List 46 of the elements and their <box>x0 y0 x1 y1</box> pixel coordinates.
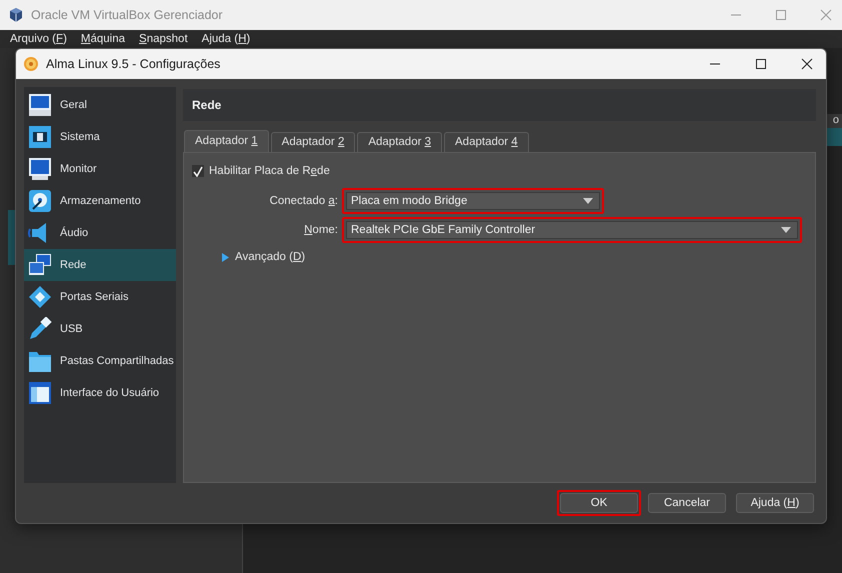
expander-label[interactable]: Avançado (D) <box>235 251 306 263</box>
dialog-button[interactable]: OK <box>560 493 638 513</box>
dialog-button[interactable]: Ajuda (H) <box>736 493 814 513</box>
sidebar-item[interactable]: Portas Seriais <box>24 281 176 313</box>
sidebar-item[interactable]: USB <box>24 313 176 345</box>
menu-item[interactable]: Ajuda (H) <box>202 33 250 45</box>
tab[interactable]: Adaptador 3 <box>357 132 442 152</box>
sidebar-item[interactable]: Armazenamento <box>24 185 176 217</box>
menu-item[interactable]: Máquina <box>80 33 126 45</box>
monitor-icon <box>28 93 52 117</box>
sidebar-item[interactable]: Pastas Compartilhadas <box>24 345 176 377</box>
sidebar-item[interactable]: Monitor <box>24 153 176 185</box>
checkbox-label: Habilitar Placa de Rede <box>209 165 330 177</box>
close-icon[interactable] <box>801 58 813 70</box>
sidebar-item[interactable]: Interface do Usuário <box>24 377 176 409</box>
sidebar-item[interactable]: Rede <box>24 249 176 281</box>
dialog-title: Alma Linux 9.5 - Configurações <box>46 57 220 71</box>
cube-icon <box>8 7 24 23</box>
monitor-icon <box>28 157 52 181</box>
field-label: Nome: <box>303 224 338 236</box>
window-icon <box>28 381 52 405</box>
usb-icon <box>28 317 52 341</box>
tab[interactable]: Adaptador 4 <box>444 132 529 152</box>
checkbox[interactable] <box>192 165 204 177</box>
dropdown[interactable]: Realtek PCIe GbE Family Controller <box>346 221 798 239</box>
connector-icon <box>28 285 52 309</box>
field-label: Conectado a: <box>268 195 338 207</box>
dialog-button[interactable]: Cancelar <box>648 493 726 513</box>
sidebar-item[interactable]: Geral <box>24 89 176 121</box>
menu-item[interactable]: Arquivo (F) <box>10 33 67 45</box>
sidebar-item[interactable]: Áudio <box>24 217 176 249</box>
dropdown[interactable]: Placa em modo Bridge <box>346 192 600 210</box>
caret-icon[interactable] <box>781 227 791 233</box>
menu-item[interactable]: Snapshot <box>139 33 188 45</box>
tab[interactable]: Adaptador 2 <box>270 132 356 152</box>
maximize-icon[interactable] <box>755 58 767 70</box>
collapsed-arrow-icon[interactable] <box>221 252 229 262</box>
tab[interactable]: Adaptador 1 <box>184 130 269 152</box>
section-title: Rede <box>192 98 222 112</box>
sidebar-item[interactable]: Sistema <box>24 121 176 153</box>
chip-icon <box>28 125 52 149</box>
column-header-text: o <box>832 114 839 126</box>
caret-icon[interactable] <box>583 198 593 204</box>
network-icon <box>28 253 52 277</box>
folder-icon <box>28 349 52 373</box>
window-title: Oracle VM VirtualBox Gerenciador <box>31 8 223 22</box>
